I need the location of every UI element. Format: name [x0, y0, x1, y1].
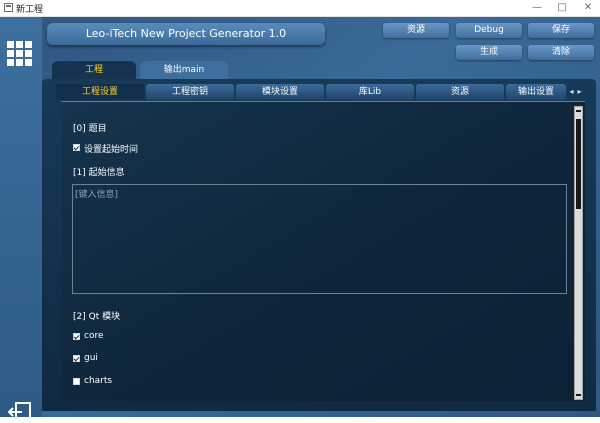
generate-button[interactable]: 生成: [456, 45, 522, 60]
scroll-up-arrow-icon[interactable]: [576, 110, 581, 112]
minimize-button[interactable]: —: [526, 1, 548, 15]
maximize-button[interactable]: □: [551, 1, 573, 15]
save-button[interactable]: 保存: [528, 23, 594, 38]
resources-button[interactable]: 资源: [383, 23, 449, 38]
section-title-topic: [0] 题目: [73, 124, 107, 134]
tab-output-settings[interactable]: 输出设置: [506, 84, 566, 100]
start-info-textarea[interactable]: [键入信息]: [72, 184, 567, 294]
grid-menu-icon[interactable]: [7, 41, 33, 67]
tab-module-settings[interactable]: 模块设置: [236, 84, 324, 100]
tab-scroll-right-icon[interactable]: ▸: [576, 86, 583, 98]
tab-project[interactable]: 工程: [52, 61, 136, 79]
tab-resources[interactable]: 资源: [416, 84, 504, 100]
app-title: Leo-iTech New Project Generator 1.0: [47, 23, 325, 45]
qt-module-charts-checkbox[interactable]: [73, 378, 80, 385]
window-titlebar: 新工程 — □ ✕: [0, 0, 600, 17]
section-title-qt-modules: [2] Qt 模块: [73, 312, 121, 322]
app-window-icon: [4, 3, 13, 12]
tab-project-settings[interactable]: 工程设置: [56, 84, 144, 100]
set-start-time-checkbox[interactable]: [73, 144, 80, 151]
scrollbar-thumb[interactable]: [576, 119, 581, 209]
start-info-placeholder: [键入信息]: [75, 190, 119, 200]
scroll-down-arrow-icon[interactable]: [576, 394, 581, 396]
vertical-scrollbar[interactable]: [574, 106, 583, 400]
set-start-time-label: 设置起始时间: [84, 145, 139, 155]
debug-button[interactable]: Debug: [456, 23, 522, 38]
tab-project-key[interactable]: 工程密钥: [146, 84, 234, 100]
qt-module-gui-checkbox[interactable]: [73, 355, 80, 362]
tab-library[interactable]: 库Lib: [326, 84, 414, 100]
tab-output-main[interactable]: 输出main: [140, 61, 228, 79]
close-button[interactable]: ✕: [577, 1, 599, 15]
qt-module-core-checkbox[interactable]: [73, 333, 80, 340]
left-sidebar: [0, 17, 42, 422]
exit-icon[interactable]: [8, 401, 34, 423]
tab-scroll-left-icon[interactable]: ◂: [568, 86, 575, 98]
qt-module-charts-label: charts: [84, 376, 113, 386]
window-title: 新工程: [16, 5, 44, 15]
qt-module-gui-label: gui: [84, 353, 98, 363]
qt-module-core-label: core: [84, 331, 104, 341]
section-title-start-info: [1] 起始信息: [73, 168, 125, 178]
clear-button[interactable]: 清除: [528, 45, 594, 60]
